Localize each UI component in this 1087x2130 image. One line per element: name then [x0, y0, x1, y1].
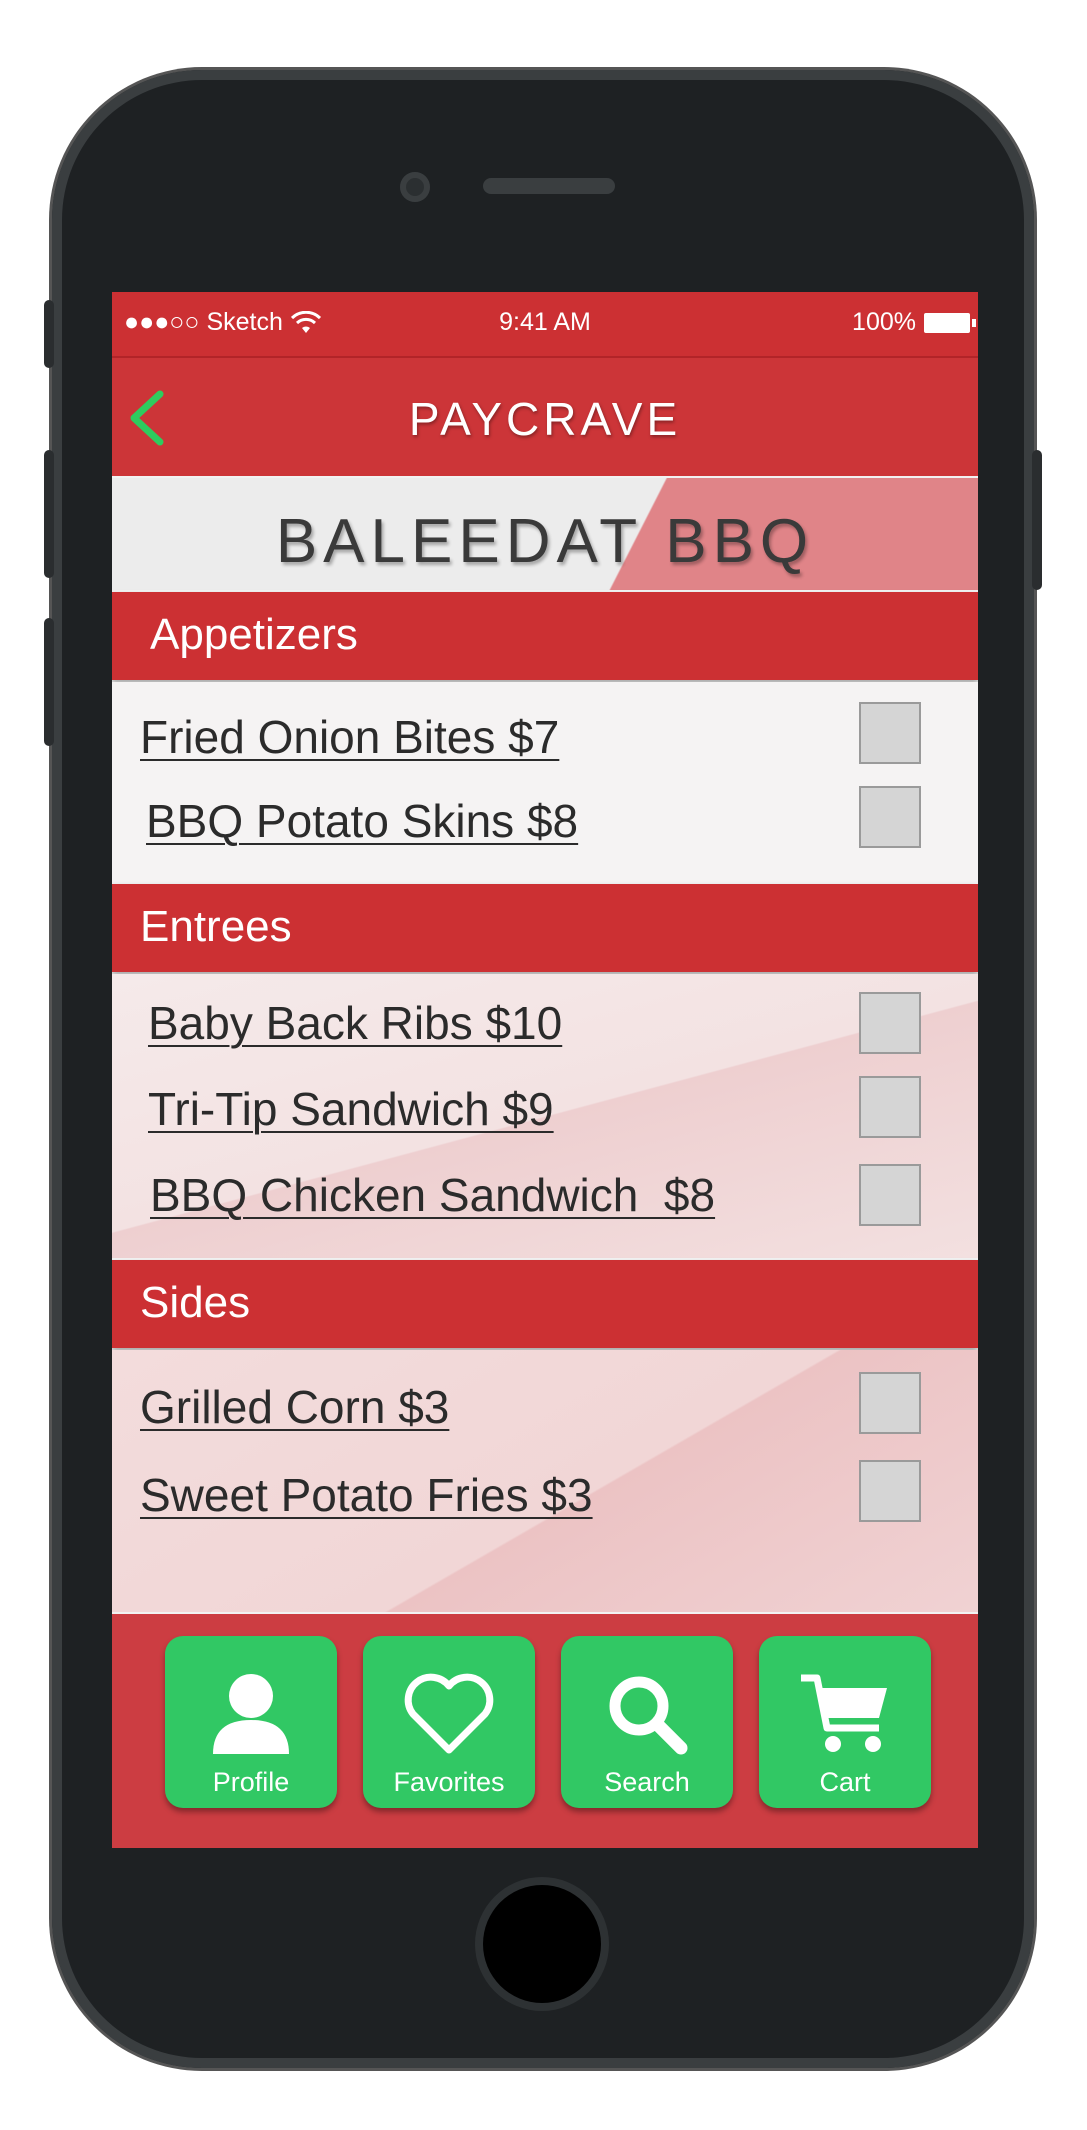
section-title: Sides: [140, 1278, 251, 1327]
menu-item-tri-tip-sandwich[interactable]: Tri-Tip Sandwich $9: [148, 1082, 554, 1136]
power-button: [1032, 450, 1042, 590]
sides-list: Grilled Corn $3 Sweet Potato Fries $3: [112, 1350, 978, 1612]
nav-bar: PAYCRAVE: [112, 358, 978, 476]
tab-profile[interactable]: Profile: [165, 1636, 337, 1808]
section-header-sides: Sides: [112, 1260, 978, 1348]
tab-label: Profile: [212, 1767, 290, 1797]
battery-percent: 100%: [852, 308, 916, 336]
search-icon: [609, 1676, 688, 1755]
tab-label: Search: [604, 1767, 690, 1797]
menu-item-bbq-chicken-sandwich[interactable]: BBQ Chicken Sandwich $8: [150, 1168, 715, 1222]
app-title: PAYCRAVE: [408, 393, 682, 445]
heart-icon: [404, 1673, 494, 1754]
battery-icon: [924, 312, 976, 333]
tab-cart[interactable]: Cart: [759, 1636, 931, 1808]
volume-down-button: [44, 618, 54, 746]
status-time: 9:41 AM: [499, 308, 591, 336]
home-button[interactable]: [483, 1885, 601, 2003]
restaurant-name: BALEEDAT BBQ: [275, 507, 815, 576]
checkbox-bbq-potato-skins[interactable]: [859, 786, 921, 848]
status-right: 100%: [852, 308, 976, 337]
tab-bar: Profile Favorites Search Cart: [112, 1614, 978, 1848]
cart-icon: [801, 1674, 887, 1752]
restaurant-banner: BALEEDAT BBQ: [112, 478, 978, 590]
app-screen: ●●●○○ Sketch 9:41 AM 100% PAYCRAVE BALEE…: [112, 292, 978, 1848]
checkbox-tri-tip-sandwich[interactable]: [859, 1076, 921, 1138]
mute-switch: [44, 300, 54, 368]
appetizers-list: Fried Onion Bites $7 BBQ Potato Skins $8: [112, 682, 978, 882]
checkbox-grilled-corn[interactable]: [859, 1372, 921, 1434]
menu-item-bbq-potato-skins[interactable]: BBQ Potato Skins $8: [146, 794, 578, 848]
menu-item-sweet-potato-fries[interactable]: Sweet Potato Fries $3: [140, 1468, 593, 1522]
person-icon: [213, 1674, 289, 1754]
section-title: Entrees: [140, 902, 292, 951]
earpiece-speaker: [483, 178, 615, 194]
menu-item-baby-back-ribs[interactable]: Baby Back Ribs $10: [148, 996, 562, 1050]
front-camera: [400, 172, 430, 202]
entrees-list: Baby Back Ribs $10 Tri-Tip Sandwich $9 B…: [112, 974, 978, 1258]
menu-item-grilled-corn[interactable]: Grilled Corn $3: [140, 1380, 449, 1434]
tab-search[interactable]: Search: [561, 1636, 733, 1808]
checkbox-bbq-chicken-sandwich[interactable]: [859, 1164, 921, 1226]
checkbox-sweet-potato-fries[interactable]: [859, 1460, 921, 1522]
section-header-entrees: Entrees: [112, 884, 978, 972]
section-title: Appetizers: [150, 610, 358, 659]
volume-up-button: [44, 450, 54, 578]
section-header-appetizers: Appetizers: [112, 592, 978, 680]
menu-item-fried-onion-bites[interactable]: Fried Onion Bites $7: [140, 710, 559, 764]
status-bar: ●●●○○ Sketch 9:41 AM 100%: [112, 292, 978, 358]
checkbox-fried-onion-bites[interactable]: [859, 702, 921, 764]
tab-label: Cart: [819, 1767, 871, 1797]
tab-label: Favorites: [393, 1767, 505, 1797]
tab-favorites[interactable]: Favorites: [363, 1636, 535, 1808]
checkbox-baby-back-ribs[interactable]: [859, 992, 921, 1054]
